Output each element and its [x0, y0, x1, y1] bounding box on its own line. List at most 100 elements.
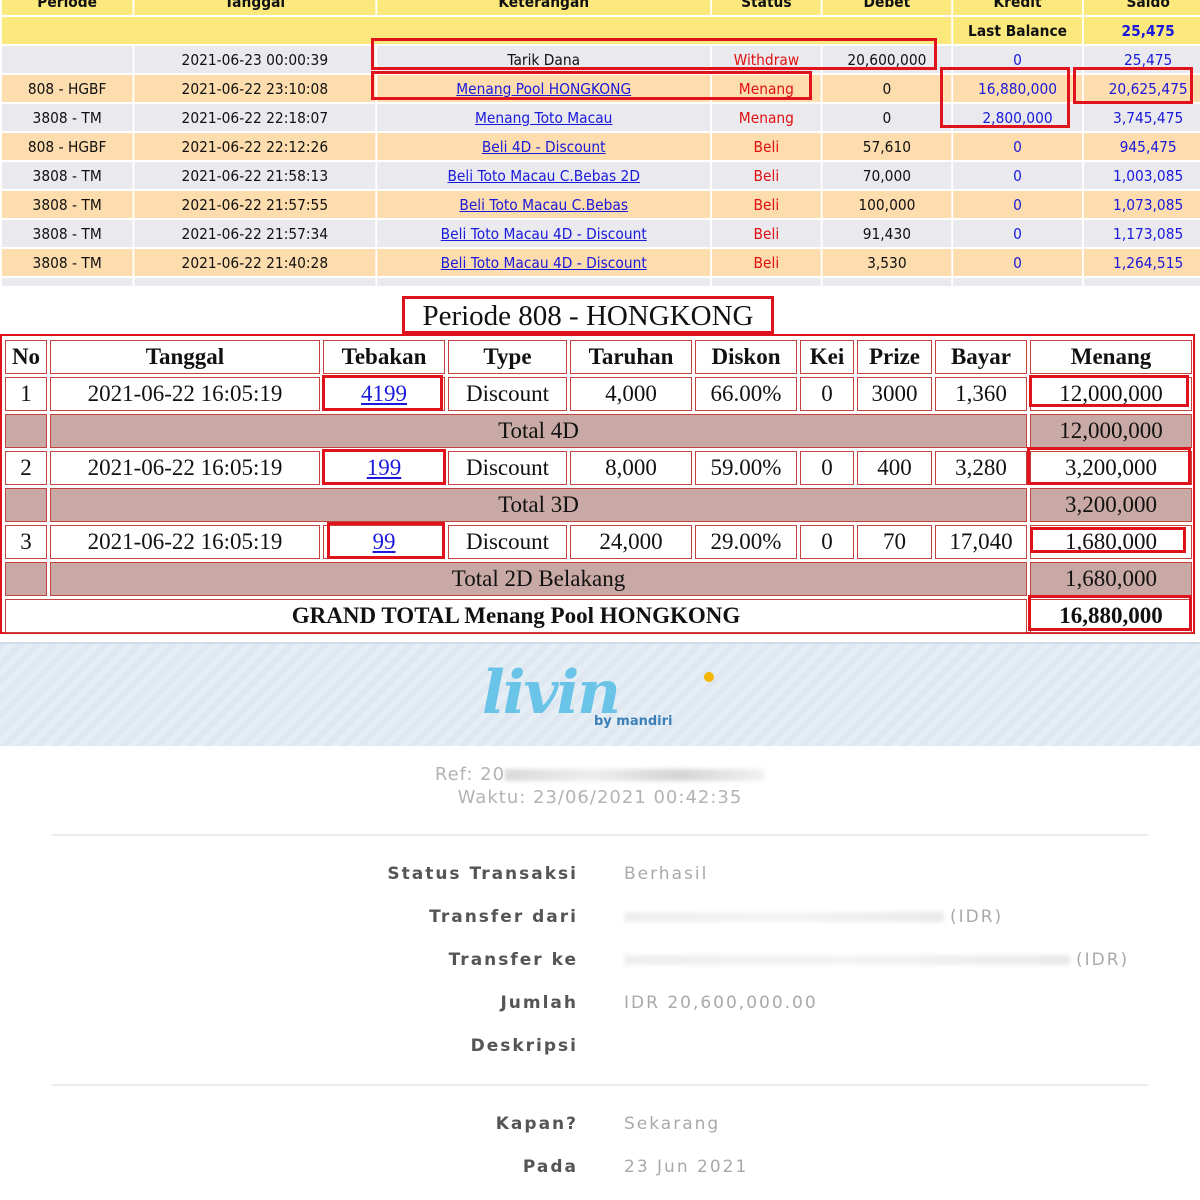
history-cell-saldo: 1,264,515 [1083, 249, 1200, 276]
periode-cell-no: 1 [5, 377, 47, 411]
periode-total-value: 3,200,000 [1030, 488, 1192, 522]
periode-total-value: 12,000,000 [1030, 414, 1192, 448]
history-cell-periode: 808 - HGBF [1, 133, 133, 160]
periode-cell-taruhan: 8,000 [570, 451, 692, 485]
col-header-bayar: Bayar [935, 340, 1027, 374]
history-cell-saldo: 20,625,475 [1083, 75, 1200, 102]
history-cell-tanggal: 2021-06-22 21:58:13 [134, 162, 376, 189]
receipt-field-value: IDR 20,600,000.00 [624, 993, 818, 1013]
periode-cell-taruhan: 4,000 [570, 377, 692, 411]
history-cell-status: Beli [712, 133, 821, 160]
receipt-field-label: Jumlah [500, 993, 578, 1013]
periode-cell-tanggal: 2021-06-22 16:05:19 [50, 525, 320, 559]
receipt-field-row: Transfer dari (IDR) [0, 907, 1200, 937]
redacted-blur [624, 912, 944, 922]
periode-cell-kei: 0 [800, 525, 854, 559]
periode-total-row: Total 4D 12,000,000 [5, 414, 1192, 448]
tebakan-link[interactable]: 199 [367, 455, 402, 480]
history-cell-keterangan[interactable]: Beli Toto Macau 4D - Discount [377, 249, 711, 276]
periode-total-spacer [5, 488, 47, 522]
receipt-field-label: Deskripsi [470, 1036, 578, 1056]
receipt-field-label: Pada [522, 1157, 578, 1177]
history-cell-keterangan[interactable]: Menang Toto Macau [377, 104, 711, 131]
history-row: 3808 - TM 2021-06-22 21:57:55 Beli Toto Ma… [1, 191, 1200, 218]
history-cell-kredit: 0 [953, 162, 1082, 189]
periode-cell-menang: 3,200,000 [1030, 451, 1192, 485]
transaction-history-panel: Periode Tanggal Keterangan Status Debet … [0, 0, 1200, 286]
receipt-field-value: Berhasil [624, 864, 708, 884]
history-row: 3808 - TM 2021-06-22 22:18:07 Menang Toto … [1, 104, 1200, 131]
col-header-saldo: Saldo [1083, 0, 1200, 15]
periode-cell-diskon: 66.00% [695, 377, 797, 411]
history-cell-partial [377, 278, 711, 286]
history-cell-status: Menang [712, 75, 821, 102]
history-row: 808 - HGBF 2021-06-22 23:10:08 Menang Pool… [1, 75, 1200, 102]
last-balance-label: Last Balance [953, 17, 1082, 44]
receipt-field-row: Status Transaksi Berhasil [0, 864, 1200, 894]
periode-total-row: Total 3D 3,200,000 [5, 488, 1192, 522]
history-cell-debet: 70,000 [822, 162, 952, 189]
history-cell-periode: 3808 - TM [1, 162, 133, 189]
history-cell-partial [134, 278, 376, 286]
periode-cell-menang: 1,680,000 [1030, 525, 1192, 559]
history-cell-keterangan[interactable]: Beli 4D - Discount [377, 133, 711, 160]
receipt-field-row: Jumlah IDR 20,600,000.00 [0, 993, 1200, 1023]
history-cell-debet: 57,610 [822, 133, 952, 160]
col-header-kredit: Kredit [953, 0, 1082, 15]
receipt-ref-label: Ref: 20 [434, 764, 506, 785]
periode-cell-type: Discount [448, 377, 567, 411]
history-cell-keterangan[interactable]: Beli Toto Macau 4D - Discount [377, 220, 711, 247]
history-cell-keterangan: Tarik Dana [377, 46, 711, 73]
receipt-field-value-text: Berhasil [624, 864, 709, 884]
history-cell-saldo: 25,475 [1083, 46, 1200, 73]
grand-total-value: 16,880,000 [1030, 599, 1192, 633]
history-cell-status: Beli [712, 220, 821, 247]
periode-cell-kei: 0 [800, 377, 854, 411]
receipt-ref: Ref: 20 [0, 764, 1200, 785]
grand-total-row: GRAND TOTAL Menang Pool HONGKONG 16,880,… [5, 599, 1192, 633]
receipt-field-value: Sekarang [624, 1114, 720, 1134]
history-cell-kredit: 0 [953, 220, 1082, 247]
receipt-waktu: Waktu: 23/06/2021 00:42:35 [457, 787, 743, 808]
history-cell-keterangan[interactable]: Beli Toto Macau C.Bebas 2D [377, 162, 711, 189]
history-cell-partial [953, 278, 1082, 286]
periode-cell-menang: 12,000,000 [1030, 377, 1192, 411]
history-cell-debet: 91,430 [822, 220, 952, 247]
history-header-row: Periode Tanggal Keterangan Status Debet … [1, 0, 1200, 15]
history-cell-partial [1, 278, 133, 286]
history-cell-partial [712, 278, 821, 286]
periode-cell-no: 2 [5, 451, 47, 485]
col-header-diskon: Diskon [695, 340, 797, 374]
history-cell-debet: 0 [822, 75, 952, 102]
receipt-field-value: (IDR) [624, 907, 1003, 927]
history-cell-saldo: 1,173,085 [1083, 220, 1200, 247]
periode-result-panel: Periode 808 - HONGKONG No Tanggal Tebaka… [0, 286, 1200, 642]
periode-cell-kei: 0 [800, 451, 854, 485]
history-row-partial [1, 278, 1200, 286]
history-cell-keterangan[interactable]: Menang Pool HONGKONG [377, 75, 711, 102]
history-cell-saldo: 1,073,085 [1083, 191, 1200, 218]
periode-result-table: No Tanggal Tebakan Type Taruhan Diskon K… [2, 337, 1195, 636]
periode-cell-tebakan[interactable]: 99 [323, 525, 445, 559]
history-cell-debet: 0 [822, 104, 952, 131]
history-cell-partial [822, 278, 952, 286]
periode-cell-bayar: 3,280 [935, 451, 1027, 485]
history-cell-tanggal: 2021-06-22 22:18:07 [134, 104, 376, 131]
receipt-field-label: Kapan? [495, 1114, 578, 1134]
receipt-field-label: Transfer ke [448, 950, 578, 970]
receipt-divider-middle [52, 1084, 1148, 1086]
history-cell-status: Beli [712, 162, 821, 189]
receipt-field-row: Transfer ke (IDR) [0, 950, 1200, 980]
periode-cell-tebakan[interactable]: 4199 [323, 377, 445, 411]
periode-cell-bayar: 1,360 [935, 377, 1027, 411]
receipt-divider-top [52, 834, 1148, 836]
history-cell-tanggal: 2021-06-22 21:57:34 [134, 220, 376, 247]
col-header-prize: Prize [857, 340, 932, 374]
periode-cell-tebakan[interactable]: 199 [323, 451, 445, 485]
tebakan-link[interactable]: 4199 [361, 381, 407, 406]
history-cell-keterangan[interactable]: Beli Toto Macau C.Bebas [377, 191, 711, 218]
periode-cell-prize: 70 [857, 525, 932, 559]
receipt-field-label: Status Transaksi [387, 864, 578, 884]
tebakan-link[interactable]: 99 [373, 529, 396, 554]
receipt-field-value: (IDR) [624, 950, 1129, 970]
